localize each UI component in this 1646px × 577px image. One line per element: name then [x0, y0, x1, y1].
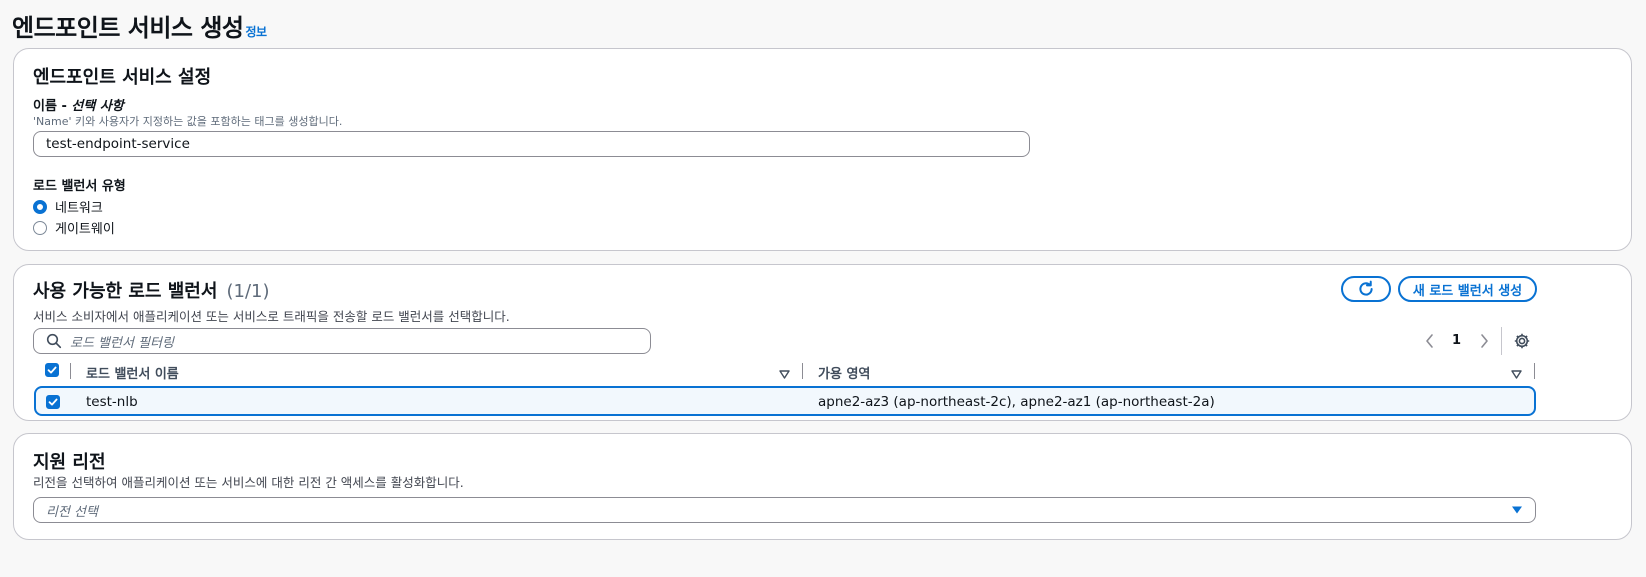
refresh-icon	[1359, 280, 1373, 296]
lb-filter-input[interactable]: 로드 밸런서 필터링	[33, 328, 651, 354]
radio-gateway[interactable]: 게이트웨이	[33, 218, 115, 237]
settings-gear-icon[interactable]	[1513, 332, 1531, 350]
name-label: 이름 - 선택 사항	[33, 95, 124, 114]
region-select[interactable]: 리전 선택	[33, 497, 1536, 523]
row-lb-az: apne2-az3 (ap-northeast-2c), apne2-az1 (…	[818, 394, 1215, 410]
current-page[interactable]: 1	[1452, 333, 1461, 348]
row-lb-name: test-nlb	[86, 394, 138, 410]
page-title: 엔드포인트 서비스 생성 정보	[12, 8, 267, 43]
name-input-value: test-endpoint-service	[46, 136, 190, 152]
lb-type-label: 로드 밸런서 유형	[33, 179, 126, 194]
column-header-name[interactable]: 로드 밸런서 이름	[86, 363, 179, 382]
radio-gateway-label: 게이트웨이	[55, 222, 115, 237]
radio-gateway-control[interactable]	[33, 220, 47, 235]
name-label-separator: -	[61, 99, 72, 114]
caret-down-icon	[1512, 506, 1522, 514]
header-divider-3	[1534, 363, 1535, 379]
name-hint: 'Name' 키와 사용자가 지정하는 값을 포함하는 태그를 생성합니다.	[33, 115, 343, 128]
create-lb-button[interactable]: 새 로드 밸런서 생성	[1398, 276, 1537, 302]
regions-title: 지원 리전	[33, 452, 106, 473]
refresh-button[interactable]	[1341, 276, 1391, 302]
radio-network-control[interactable]	[33, 199, 47, 214]
name-input[interactable]: test-endpoint-service	[33, 131, 1030, 157]
region-select-placeholder: 리전 선택	[46, 504, 98, 520]
radio-network-label: 네트워크	[55, 201, 103, 216]
page-title-text: 엔드포인트 서비스 생성	[12, 14, 244, 42]
supported-regions-card: 지원 리전 리전을 선택하여 애플리케이션 또는 서비스에 대한 리전 간 액세…	[13, 433, 1632, 540]
available-lbs-title: 사용 가능한 로드 밸런서	[33, 281, 218, 302]
available-lbs-count: (1/1)	[226, 281, 270, 302]
regions-description: 리전을 선택하여 애플리케이션 또는 서비스에 대한 리전 간 액세스를 활성화…	[33, 475, 464, 490]
search-icon	[46, 333, 62, 349]
header-divider-1	[70, 363, 71, 379]
sort-name-icon[interactable]	[779, 365, 790, 384]
prev-page-icon[interactable]	[1422, 332, 1438, 350]
info-link[interactable]: 정보	[246, 25, 268, 39]
select-all-checkbox[interactable]	[45, 363, 59, 377]
table-row[interactable]: test-nlb apne2-az3 (ap-northeast-2c), ap…	[34, 386, 1536, 416]
header-divider-2	[802, 363, 803, 379]
lb-filter-placeholder: 로드 밸런서 필터링	[70, 335, 174, 351]
next-page-icon[interactable]	[1476, 332, 1492, 350]
row-checkbox[interactable]	[46, 395, 60, 409]
sort-az-icon[interactable]	[1511, 365, 1522, 384]
settings-card-title: 엔드포인트 서비스 설정	[33, 67, 212, 88]
available-lbs-header: 사용 가능한 로드 밸런서 (1/1)	[33, 277, 270, 303]
radio-network[interactable]: 네트워크	[33, 197, 103, 216]
name-optional-text: 선택 사항	[71, 99, 124, 114]
page: 엔드포인트 서비스 생성 정보 엔드포인트 서비스 설정 이름 - 선택 사항 '…	[0, 0, 1646, 577]
available-lbs-description: 서비스 소비자에서 애플리케이션 또는 서비스로 트래픽을 전송할 로드 밸런서…	[33, 309, 510, 324]
pagination-divider	[1501, 327, 1502, 355]
endpoint-settings-card: 엔드포인트 서비스 설정 이름 - 선택 사항 'Name' 키와 사용자가 지…	[13, 48, 1632, 251]
name-label-text: 이름	[33, 99, 57, 114]
column-header-az[interactable]: 가용 영역	[818, 363, 870, 382]
available-lbs-card: 사용 가능한 로드 밸런서 (1/1) 서비스 소비자에서 애플리케이션 또는 …	[13, 264, 1632, 421]
